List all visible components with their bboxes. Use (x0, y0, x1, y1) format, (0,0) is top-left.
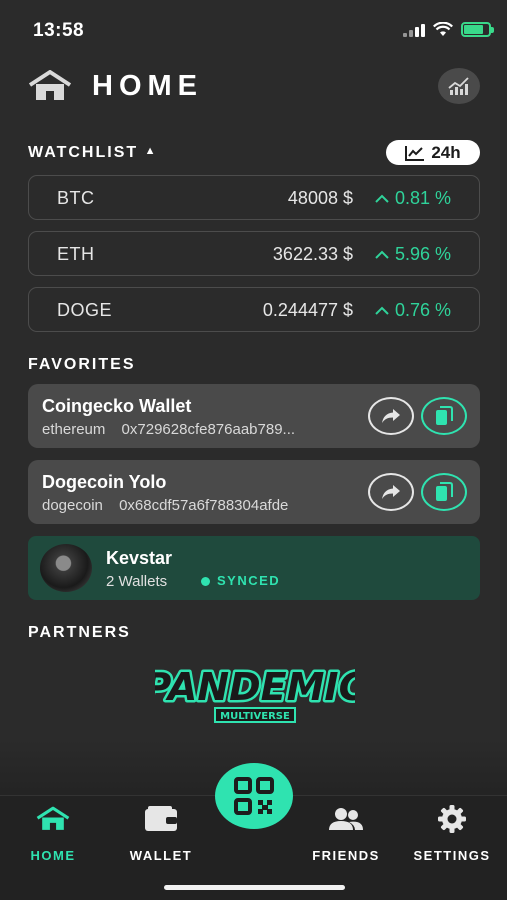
timeframe-label: 24h (431, 142, 461, 162)
trend-chart-icon (405, 145, 425, 161)
home-icon (28, 70, 72, 100)
chevron-up-icon (375, 194, 389, 203)
svg-text:PANDEMIC: PANDEMIC (155, 665, 355, 709)
partner-logo[interactable]: PANDEMIC PANDEMIC MULTIVERSE (155, 652, 355, 728)
chevron-up-icon (375, 306, 389, 315)
partner-logo-sub: MULTIVERSE (220, 711, 290, 722)
battery-icon (461, 22, 494, 37)
copy-address-button[interactable] (421, 473, 467, 511)
price-change: 0.76 % (375, 300, 451, 321)
price-change: 0.81 % (375, 188, 451, 209)
cellular-signal-icon (403, 23, 425, 37)
tab-label: HOME (30, 848, 76, 863)
tab-label: SETTINGS (413, 848, 491, 863)
price-change-value: 5.96 % (394, 244, 451, 264)
tab-label: WALLET (129, 848, 193, 863)
price-change: 5.96 % (375, 244, 451, 265)
analytics-button[interactable] (438, 68, 480, 104)
favorite-wallet-card[interactable]: Coingecko Wallet ethereum 0x729628cfe876… (28, 384, 480, 448)
gear-icon (438, 805, 466, 833)
qr-code-icon (234, 777, 274, 815)
wallet-address: 0x729628cfe876aab789... (121, 421, 296, 438)
user-name: Kevstar (106, 548, 173, 568)
page-title: HOME (92, 70, 203, 102)
tab-label: FRIENDS (312, 848, 380, 863)
share-arrow-icon (382, 409, 400, 423)
watchlist-toggle[interactable]: WATCHLIST ▲ (28, 144, 157, 162)
sync-status-dot (201, 577, 210, 586)
coin-symbol: DOGE (57, 300, 113, 320)
user-profile-card[interactable]: Kevstar 2 Wallets SYNCED (28, 536, 480, 600)
wallet-name: Coingecko Wallet (42, 396, 192, 416)
caret-up-icon: ▲ (144, 145, 158, 157)
wallet-meta: dogecoin 0x68cdf57a6f788304afde (42, 497, 362, 514)
watchlist-row-eth[interactable]: ETH 3622.33 $ 5.96 % (28, 231, 480, 276)
favorite-wallet-card[interactable]: Dogecoin Yolo dogecoin 0x68cdf57a6f78830… (28, 460, 480, 524)
watchlist-row-doge[interactable]: DOGE 0.244477 $ 0.76 % (28, 287, 480, 332)
avatar (40, 544, 92, 592)
copy-icon (436, 482, 453, 501)
status-bar: 13:58 (0, 0, 507, 60)
copy-address-button[interactable] (421, 397, 467, 435)
share-button[interactable] (368, 473, 414, 511)
share-arrow-icon (382, 485, 400, 499)
coin-symbol: BTC (57, 188, 95, 208)
home-indicator (164, 885, 345, 890)
status-icons (403, 22, 494, 37)
coin-price: 3622.33 $ (272, 244, 353, 264)
coin-price: 48008 $ (287, 188, 353, 208)
watchlist-row-btc[interactable]: BTC 48008 $ 0.81 % (28, 175, 480, 220)
sync-status: SYNCED (217, 573, 281, 588)
watchlist-label: WATCHLIST (28, 144, 139, 161)
wallet-name: Dogecoin Yolo (42, 472, 167, 492)
wallet-chain: dogecoin (42, 497, 103, 514)
wallet-address: 0x68cdf57a6f788304afde (119, 497, 289, 514)
tab-wallet[interactable]: WALLET (116, 804, 206, 864)
favorites-label: FAVORITES (28, 356, 136, 373)
tab-settings[interactable]: SETTINGS (407, 804, 497, 864)
copy-icon (436, 406, 453, 425)
wifi-icon (433, 22, 453, 36)
coin-symbol: ETH (57, 244, 95, 264)
status-time: 13:58 (33, 20, 85, 41)
wallet-chain: ethereum (42, 421, 106, 438)
home-icon (36, 806, 70, 830)
share-button[interactable] (368, 397, 414, 435)
price-change-value: 0.76 % (394, 300, 451, 320)
bar-chart-icon (448, 77, 469, 95)
qr-scan-button[interactable] (215, 763, 293, 829)
header: HOME (28, 66, 480, 106)
wallet-count: 2 Wallets (106, 573, 168, 590)
tab-home[interactable]: HOME (8, 804, 98, 864)
chevron-up-icon (375, 250, 389, 259)
friends-icon (329, 808, 363, 830)
wallet-icon (145, 806, 177, 831)
tab-friends[interactable]: FRIENDS (301, 804, 391, 864)
wallet-meta: ethereum 0x729628cfe876aab789... (42, 421, 362, 438)
partners-label: PARTNERS (28, 624, 131, 641)
timeframe-selector[interactable]: 24h (386, 140, 480, 165)
price-change-value: 0.81 % (394, 188, 451, 208)
coin-price: 0.244477 $ (262, 300, 353, 320)
